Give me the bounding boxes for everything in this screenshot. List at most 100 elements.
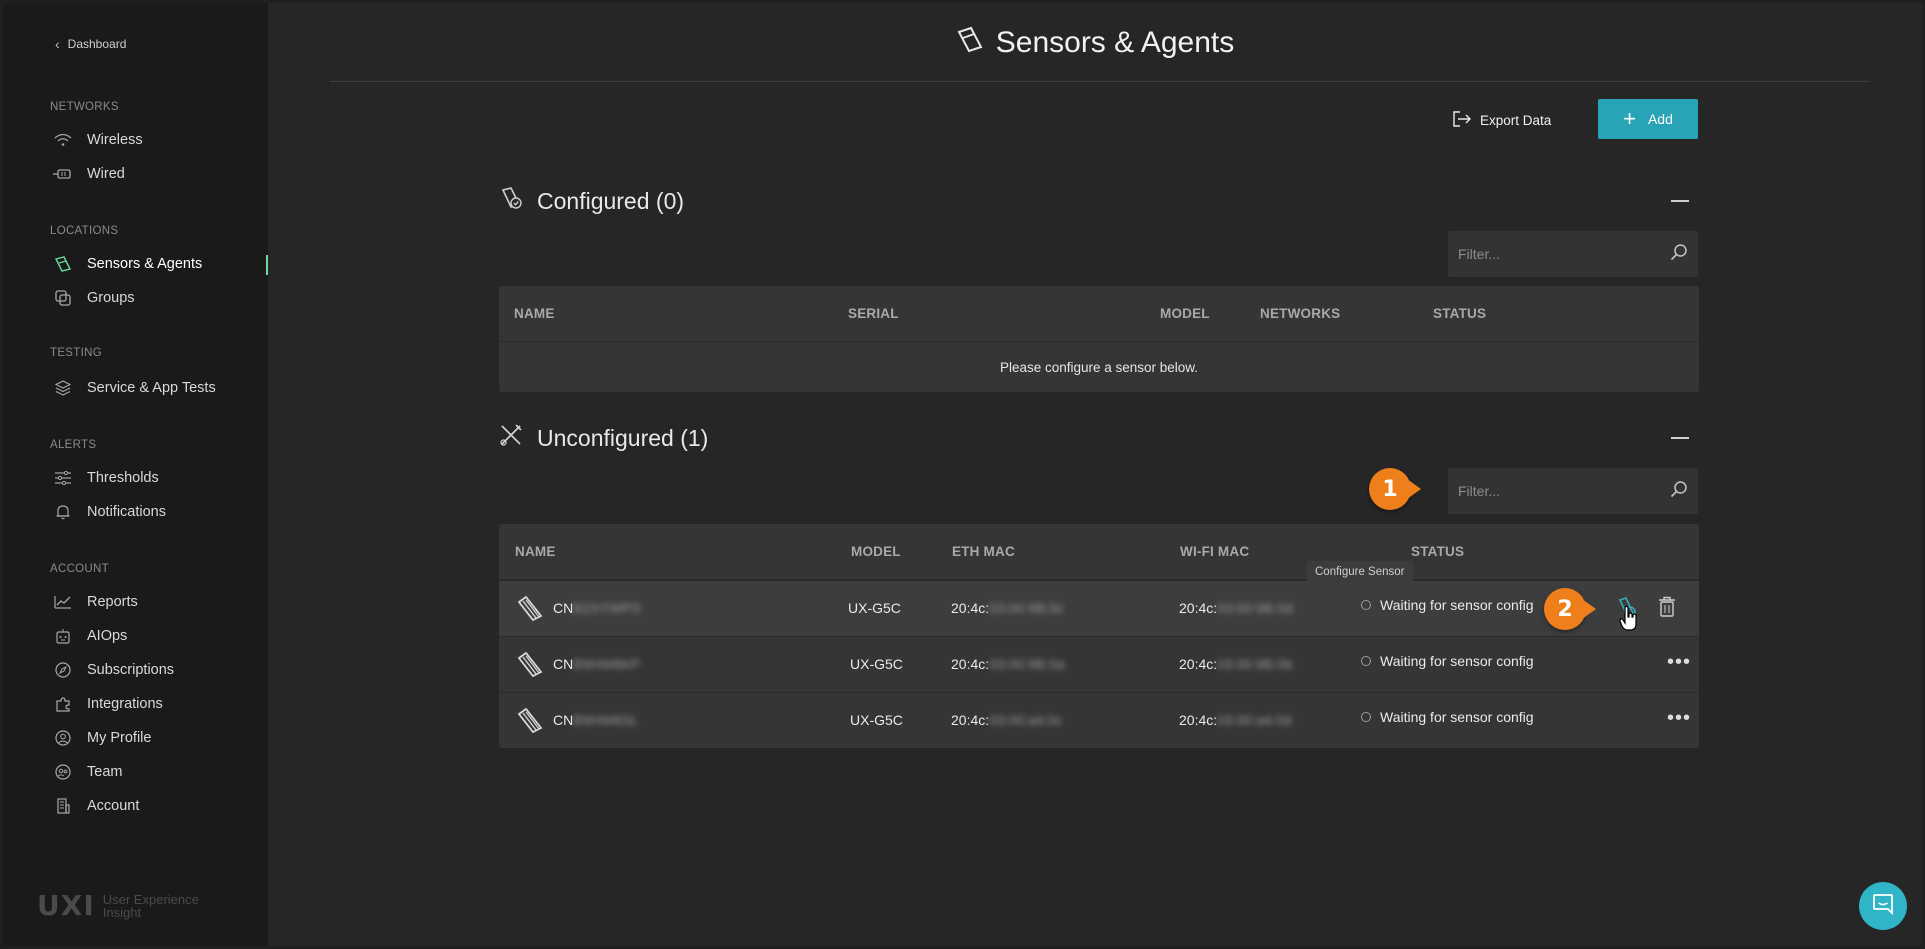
sensor-device-icon: [516, 706, 544, 739]
sidebar-item-label: Groups: [87, 290, 135, 306]
section-title-alerts: ALERTS: [50, 439, 97, 451]
bell-icon: [53, 503, 73, 521]
sidebar-item-label: Service & App Tests: [87, 380, 216, 396]
search-icon[interactable]: [1670, 480, 1688, 503]
sidebar-item-my-profile[interactable]: My Profile: [53, 727, 268, 749]
wifi-icon: [53, 131, 73, 149]
callout-arrow: [1582, 599, 1596, 619]
table-header: NAME MODEL ETH MAC WI-FI MAC STATUS: [499, 524, 1699, 580]
column-header-networks[interactable]: NETWORKS: [1260, 306, 1340, 321]
configured-filter-input[interactable]: [1458, 246, 1670, 262]
chart-icon: [53, 593, 73, 611]
sensor-name: CNB9HW6SL: [553, 712, 639, 728]
column-header-status[interactable]: STATUS: [1433, 306, 1486, 321]
unconfigured-filter-input[interactable]: [1458, 483, 1670, 499]
export-icon: [1452, 110, 1472, 131]
divider: [330, 81, 1869, 82]
section-title-locations: LOCATIONS: [50, 225, 119, 237]
wifi-mac: 20:4c:03:00:a4:0d: [1179, 712, 1292, 728]
uxi-logo: UXI User Experience Insight: [37, 889, 199, 922]
sidebar-item-aiops[interactable]: AIOps: [53, 625, 268, 647]
ethernet-icon: [53, 165, 73, 183]
page-title-text: Sensors & Agents: [995, 26, 1235, 59]
table-row[interactable]: CNB9HW6KP UX-G5C 20:4c:03:00:9B:0a 20:4c…: [499, 636, 1699, 692]
building-icon: [53, 797, 73, 815]
sidebar-item-team[interactable]: Team: [53, 761, 268, 783]
export-label: Export Data: [1480, 113, 1552, 128]
status-circle-icon: [1361, 656, 1371, 666]
sidebar-item-wireless[interactable]: Wireless: [53, 129, 268, 151]
sidebar-item-label: Integrations: [87, 696, 163, 712]
column-header-name[interactable]: NAME: [515, 544, 556, 559]
sensor-device-icon: [516, 594, 544, 627]
sensor-model: UX-G5C: [850, 712, 903, 728]
table-header: NAME SERIAL MODEL NETWORKS STATUS: [499, 286, 1699, 342]
sidebar-item-groups[interactable]: Groups: [53, 287, 268, 309]
sensor-status: Waiting for sensor config: [1361, 653, 1534, 669]
brand-tagline: User Experience Insight: [102, 891, 199, 920]
sidebar-item-label: My Profile: [87, 730, 152, 746]
column-header-eth-mac[interactable]: ETH MAC: [952, 544, 1015, 559]
add-button[interactable]: + Add: [1598, 99, 1698, 139]
sidebar-item-wired[interactable]: Wired: [53, 163, 268, 185]
eth-mac: 20:4c:03:00:9B:0c: [951, 600, 1064, 616]
hand-cursor-icon: [1619, 605, 1639, 637]
column-header-name[interactable]: NAME: [514, 306, 555, 321]
search-icon[interactable]: [1670, 243, 1688, 266]
callout-arrow: [1407, 479, 1421, 499]
sidebar-item-thresholds[interactable]: Thresholds: [53, 467, 268, 489]
back-to-dashboard-link[interactable]: ‹ Dashboard: [55, 36, 126, 52]
trash-icon[interactable]: [1658, 596, 1676, 623]
sidebar-item-subscriptions[interactable]: Subscriptions: [53, 659, 268, 681]
table-row[interactable]: CNB9HW6SL UX-G5C 20:4c:03:00:a4:0c 20:4c…: [499, 692, 1699, 748]
wifi-mac: 20:4c:03:00:9B:0b: [1179, 656, 1293, 672]
sidebar-item-notifications[interactable]: Notifications: [53, 501, 268, 523]
sensor-icon: [956, 25, 984, 61]
sensor-device-icon: [516, 650, 544, 683]
groups-icon: [53, 289, 73, 307]
callout-number: 2: [1544, 588, 1586, 630]
configured-filter[interactable]: [1448, 231, 1698, 277]
collapse-unconfigured-button[interactable]: [1671, 437, 1689, 439]
column-header-status[interactable]: STATUS: [1411, 544, 1464, 559]
collapse-configured-button[interactable]: [1671, 200, 1689, 202]
brand-logo: UXI: [37, 889, 95, 922]
wifi-mac: 20:4c:03:00:9B:0d: [1179, 600, 1293, 616]
tools-icon: [499, 423, 523, 453]
sensor-status: Waiting for sensor config: [1361, 709, 1534, 725]
empty-message: Please configure a sensor below.: [999, 359, 1199, 375]
column-header-serial[interactable]: SERIAL: [848, 306, 899, 321]
sidebar-item-label: Notifications: [87, 504, 166, 520]
sensor-name: CNB9HW6KP: [553, 656, 641, 672]
sidebar-item-integrations[interactable]: Integrations: [53, 693, 268, 715]
sensor-configured-icon: [499, 186, 523, 216]
sidebar-item-service-app-tests[interactable]: Service & App Tests: [53, 377, 268, 399]
column-header-model[interactable]: MODEL: [851, 544, 901, 559]
export-data-button[interactable]: Export Data: [1452, 110, 1551, 131]
column-header-model[interactable]: MODEL: [1160, 306, 1210, 321]
more-options-icon[interactable]: •••: [1667, 708, 1691, 728]
plus-icon: +: [1623, 106, 1636, 131]
unconfigured-table: NAME MODEL ETH MAC WI-FI MAC STATUS CNB2…: [499, 524, 1699, 748]
chat-button[interactable]: [1859, 882, 1907, 930]
sensor-model: UX-G5C: [848, 600, 901, 616]
add-label: Add: [1647, 111, 1673, 127]
callout-number: 1: [1369, 468, 1411, 510]
robot-icon: [53, 627, 73, 645]
sidebar: ‹ Dashboard NETWORKS Wireless Wired LOCA…: [3, 3, 268, 946]
sidebar-item-label: Sensors & Agents: [87, 256, 203, 272]
app-frame: ‹ Dashboard NETWORKS Wireless Wired LOCA…: [3, 3, 1922, 946]
user-icon: [53, 729, 73, 747]
configured-section-header: Configured (0): [499, 186, 684, 216]
sidebar-item-sensors-agents[interactable]: Sensors & Agents: [53, 253, 268, 275]
table-row[interactable]: CNB2XYWPS UX-G5C 20:4c:03:00:9B:0c 20:4c…: [499, 580, 1699, 636]
column-header-wifi-mac[interactable]: WI-FI MAC: [1180, 544, 1249, 559]
eth-mac: 20:4c:03:00:9B:0a: [951, 656, 1065, 672]
configured-table: NAME SERIAL MODEL NETWORKS STATUS Please…: [499, 286, 1699, 392]
sidebar-item-label: Reports: [87, 594, 138, 610]
more-options-icon[interactable]: •••: [1667, 652, 1691, 672]
sidebar-item-account[interactable]: Account: [53, 795, 268, 817]
layers-icon: [53, 379, 73, 397]
sidebar-item-reports[interactable]: Reports: [53, 591, 268, 613]
unconfigured-filter[interactable]: [1448, 468, 1698, 514]
